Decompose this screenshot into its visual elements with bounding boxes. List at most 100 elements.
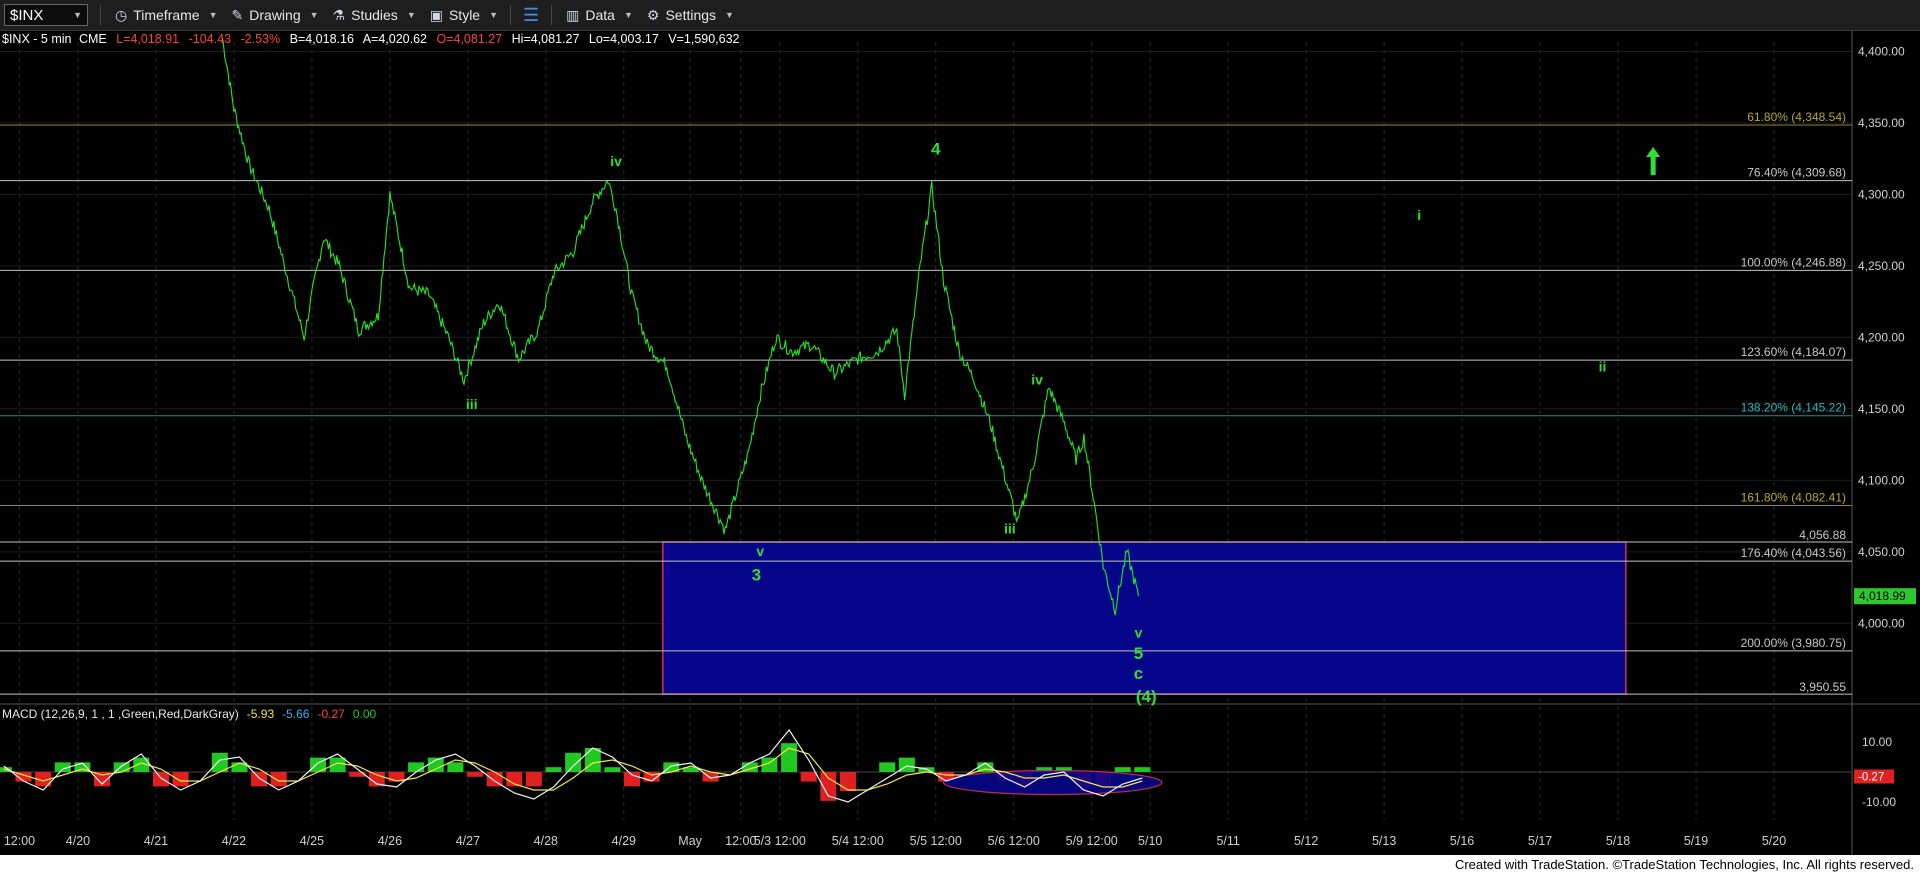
price-tick-label: 4,100.00 (1858, 473, 1905, 487)
gear-icon: ⚙ (646, 6, 660, 23)
header-high: Hi=4,081.27 (512, 32, 580, 46)
time-axis: 12:00 4/20 4/21 4/22 4/25 4/26 4/27 4/28 4/29 May… (4, 834, 1786, 848)
time-tick-label: 5/10 (1138, 834, 1162, 848)
chart-header: $INX - 5 min CME L=4,018.91 -104.43 -2.5… (2, 32, 740, 46)
data-label: Data (585, 7, 615, 23)
time-tick-label: 5/19 (1684, 834, 1708, 848)
macd-histogram-bar (172, 772, 189, 787)
timeframe-menu[interactable]: ◷ Timeframe ▼ (115, 7, 218, 24)
macd-histogram-bar (329, 757, 346, 772)
price-tick-label: 4,000.00 (1858, 616, 1905, 630)
header-low: Lo=4,003.17 (589, 32, 659, 46)
macd-histogram-bar (466, 772, 483, 777)
macd-main-line (3, 728, 1143, 803)
clock-icon: ◷ (115, 6, 128, 23)
time-tick-label: 5/5 12:00 (910, 834, 962, 848)
time-tick-label: 5/3 12:00 (754, 834, 806, 848)
toolbar-separator (551, 5, 553, 25)
header-bid: B=4,018.16 (290, 32, 354, 46)
wave-label: iv (610, 153, 622, 169)
timeframe-label: Timeframe (133, 7, 200, 23)
fib-label: 100.00% (4,246.88) (1741, 255, 1846, 269)
chevron-down-icon: ▼ (406, 10, 416, 20)
price-tick-label: 4,350.00 (1858, 116, 1905, 130)
macd-histogram-bar (565, 752, 582, 772)
box-bottom-label: 3,950.55 (1799, 680, 1846, 694)
macd-histogram-bar (1114, 767, 1131, 772)
macd-histogram-bar (152, 772, 169, 787)
drawing-menu[interactable]: ✎ Drawing ▼ (232, 7, 319, 24)
bar-chart-icon: ▥ (566, 6, 580, 23)
macd-last-label: -0.27 (1858, 772, 1884, 784)
price-tick-label: 4,250.00 (1858, 259, 1905, 273)
time-tick-label: 5/4 12:00 (832, 834, 884, 848)
toolbar-separator (510, 5, 512, 25)
price-tick-label: 4,300.00 (1858, 187, 1905, 201)
wave-label: ii (1599, 359, 1607, 375)
chevron-down-icon: ▼ (489, 10, 499, 20)
time-tick-label: 5/11 (1216, 834, 1239, 848)
drawing-label: Drawing (249, 7, 301, 23)
settings-menu[interactable]: ⚙ Settings ▼ (647, 7, 734, 24)
symbol-selector[interactable]: $INX ▼ (4, 4, 88, 26)
time-tick-label: 4/28 (534, 834, 558, 848)
price-tick-label: 4,400.00 (1858, 44, 1905, 58)
style-label: Style (448, 7, 481, 23)
time-tick-label: 12:00 (4, 834, 35, 848)
header-change: -104.43 (189, 32, 231, 46)
wave-label: 4 (931, 139, 941, 158)
studies-menu[interactable]: ⚗ Studies ▼ (333, 7, 416, 24)
fib-label: 123.60% (4,184.07) (1741, 345, 1846, 359)
header-ask: A=4,020.62 (363, 32, 427, 46)
studies-label: Studies (351, 7, 398, 23)
time-tick-label: 5/6 12:00 (988, 834, 1040, 848)
time-tick-label: 4/27 (456, 834, 480, 848)
macd-legend-value: 0.00 (353, 707, 377, 721)
wave-label: v (756, 543, 764, 559)
fib-label: 61.80% (4,348.54) (1747, 110, 1846, 124)
wave-label: 3 (752, 565, 761, 584)
time-tick-label: 12:00 (725, 834, 756, 848)
header-open: O=4,081.27 (436, 32, 502, 46)
time-tick-label: 5/12 (1294, 834, 1318, 848)
macd-histogram-bar (604, 767, 621, 772)
time-tick-label: 4/29 (612, 834, 636, 848)
time-tick-label: 4/25 (300, 834, 324, 848)
target-box: 4,056.88 3,950.55 (0, 528, 1852, 695)
layout-icon[interactable]: ☰ (523, 5, 539, 26)
target-box-rect (662, 541, 1627, 695)
time-tick-label: 4/26 (378, 834, 402, 848)
wave-label: iv (1031, 372, 1043, 388)
wave-label: i (1417, 207, 1421, 223)
header-last: L=4,018.91 (116, 32, 179, 46)
style-menu[interactable]: ▣ Style ▼ (430, 7, 498, 24)
header-exchange: CME (79, 32, 107, 46)
header-change-pct: -2.53% (241, 32, 281, 46)
macd-histogram-bar (251, 772, 268, 787)
header-symbol-name: $INX - 5 min (2, 32, 72, 46)
chart-area[interactable]: 4,056.88 3,950.55 61.80% (4,348.54) 76.40%… (0, 30, 1920, 855)
macd-histogram-bar (545, 767, 562, 772)
settings-label: Settings (665, 7, 717, 23)
price-tick-label: 4,150.00 (1858, 402, 1905, 416)
time-tick-label: 5/20 (1762, 834, 1786, 848)
last-price-label: 4,018.99 (1859, 589, 1906, 603)
chevron-down-icon[interactable]: ▼ (73, 10, 82, 20)
style-icon: ▣ (429, 6, 443, 23)
data-menu[interactable]: ▥ Data ▼ (566, 7, 633, 24)
macd-tick-label: -10.00 (1862, 795, 1896, 809)
macd-histogram-bar (624, 772, 641, 787)
fib-label: 176.40% (4,043.56) (1741, 546, 1846, 560)
box-top-label: 4,056.88 (1799, 528, 1846, 542)
time-tick-label: 4/21 (144, 834, 168, 848)
macd-histogram-bar (447, 762, 464, 772)
time-tick-label: 5/9 12:00 (1066, 834, 1118, 848)
macd-histogram-bar (525, 772, 542, 787)
chevron-down-icon: ▼ (725, 10, 734, 20)
time-tick-label: 5/18 (1606, 834, 1630, 848)
macd-histogram-bar (1134, 767, 1151, 772)
macd-legend-value: -5.66 (282, 707, 310, 721)
toolbar-separator (100, 5, 101, 25)
fib-label: 161.80% (4,082.41) (1741, 491, 1846, 505)
symbol-input[interactable]: $INX (10, 7, 43, 24)
